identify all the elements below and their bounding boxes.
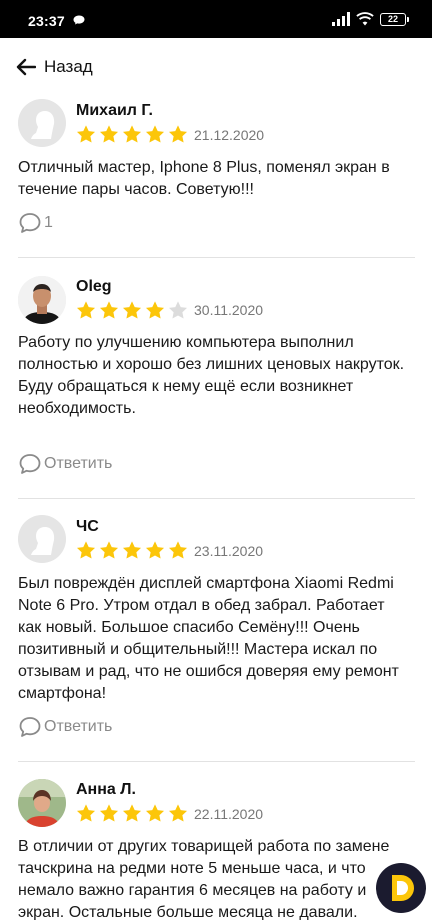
default-avatar-icon[interactable] bbox=[18, 515, 66, 563]
star-filled-icon bbox=[145, 301, 165, 319]
reply-label: Ответить bbox=[44, 455, 113, 472]
review-author[interactable]: Oleg bbox=[76, 278, 112, 296]
star-filled-icon bbox=[76, 301, 96, 319]
comments-button[interactable]: 1 bbox=[18, 211, 53, 235]
review-date: 22.11.2020 bbox=[194, 806, 264, 822]
star-filled-icon bbox=[99, 804, 119, 822]
star-filled-icon bbox=[168, 541, 188, 559]
review-author[interactable]: ЧС bbox=[76, 518, 99, 536]
battery-icon: 22 bbox=[380, 12, 409, 26]
comment-bubble-icon bbox=[19, 454, 41, 474]
star-filled-icon bbox=[145, 125, 165, 143]
divider bbox=[18, 761, 415, 762]
message-icon bbox=[73, 15, 85, 25]
star-filled-icon bbox=[168, 125, 188, 143]
review-text: Отличный мастер, Iphone 8 Plus, поменял … bbox=[18, 159, 390, 198]
review-text: Работу по улучшению компьютера выполнил … bbox=[18, 334, 405, 417]
review-text: В отличии от других товарищей работа по … bbox=[18, 838, 390, 920]
star-filled-icon bbox=[99, 301, 119, 319]
user-photo[interactable] bbox=[18, 779, 66, 827]
reply-button[interactable]: Ответить bbox=[18, 452, 112, 476]
star-empty-icon bbox=[168, 301, 188, 319]
logo-icon bbox=[376, 863, 426, 913]
reply-label: Ответить bbox=[44, 718, 113, 735]
review-author[interactable]: Михаил Г. bbox=[76, 102, 153, 120]
divider bbox=[18, 257, 415, 258]
service-logo-button[interactable] bbox=[375, 862, 427, 914]
status-bar: 23:37 22 bbox=[0, 0, 432, 38]
review-author[interactable]: Анна Л. bbox=[76, 781, 136, 799]
signal-icon bbox=[332, 12, 350, 26]
star-filled-icon bbox=[168, 804, 188, 822]
review-date: 30.11.2020 bbox=[194, 302, 264, 318]
rating-stars bbox=[75, 124, 189, 145]
review-text: Был повреждён дисплей смартфона Xiaomi R… bbox=[18, 575, 399, 702]
star-filled-icon bbox=[76, 804, 96, 822]
rating-stars bbox=[75, 803, 189, 824]
star-filled-icon bbox=[122, 301, 142, 319]
review-date: 21.12.2020 bbox=[194, 127, 265, 143]
user-photo[interactable] bbox=[18, 276, 66, 324]
star-filled-icon bbox=[122, 125, 142, 143]
rating-stars bbox=[75, 300, 189, 321]
comment-bubble-icon bbox=[19, 717, 41, 737]
reply-button[interactable]: Ответить bbox=[18, 715, 112, 739]
default-avatar-icon[interactable] bbox=[18, 99, 66, 147]
star-filled-icon bbox=[99, 125, 119, 143]
back-label: Назад bbox=[44, 57, 93, 76]
wifi-icon bbox=[356, 12, 374, 26]
star-filled-icon bbox=[145, 541, 165, 559]
back-button[interactable]: Назад bbox=[16, 54, 93, 80]
star-filled-icon bbox=[145, 804, 165, 822]
star-filled-icon bbox=[122, 804, 142, 822]
star-filled-icon bbox=[76, 541, 96, 559]
arrow-left-icon bbox=[16, 58, 36, 76]
star-filled-icon bbox=[76, 125, 96, 143]
comments-count: 1 bbox=[44, 214, 53, 231]
star-filled-icon bbox=[122, 541, 142, 559]
star-filled-icon bbox=[99, 541, 119, 559]
status-time: 23:37 bbox=[28, 13, 65, 29]
comment-bubble-icon bbox=[19, 213, 41, 233]
divider bbox=[18, 498, 415, 499]
review-date: 23.11.2020 bbox=[194, 543, 264, 559]
rating-stars bbox=[75, 540, 189, 561]
